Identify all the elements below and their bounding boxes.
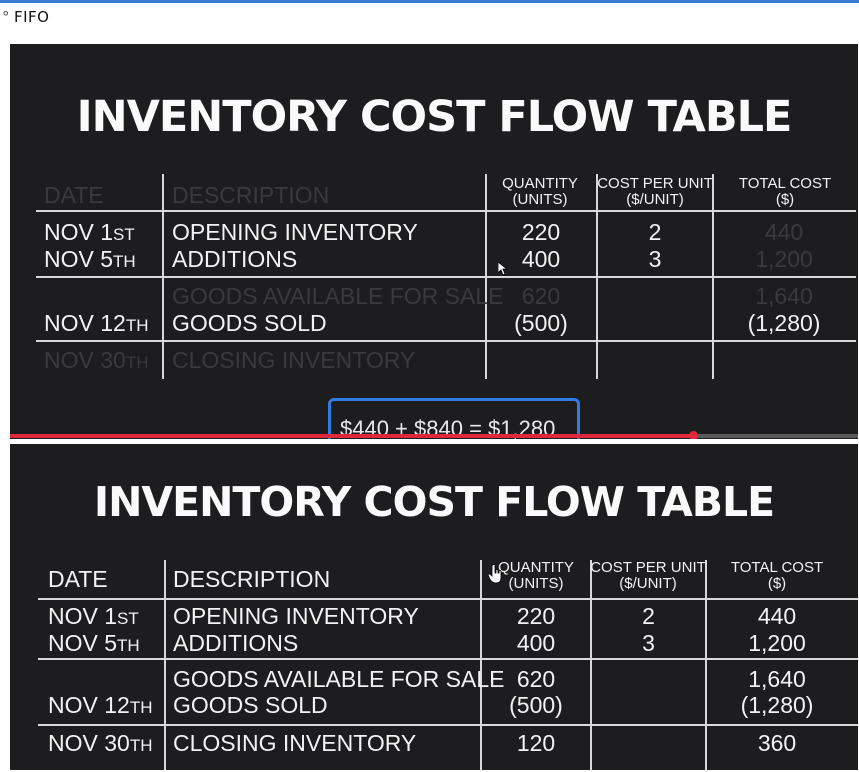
video-frame-2[interactable]: INVENTORY COST FLOW TABLE DATE DESCRIPTI… bbox=[10, 444, 858, 770]
column-divider bbox=[162, 174, 164, 379]
row-quantity: 400 bbox=[516, 630, 556, 656]
date-suffix: ST bbox=[113, 225, 135, 244]
table-title: INVENTORY COST FLOW TABLE bbox=[93, 478, 775, 526]
table-title: INVENTORY COST FLOW TABLE bbox=[76, 92, 793, 142]
row-quantity: 620 bbox=[521, 283, 561, 309]
date-text: NOV 5 bbox=[48, 630, 118, 656]
row-description: ADDITIONS bbox=[173, 630, 299, 656]
date-suffix: TH bbox=[129, 698, 153, 717]
row-cost: 3 bbox=[642, 630, 655, 656]
row-description: CLOSING INVENTORY bbox=[172, 347, 416, 373]
header-total-line2: ($) bbox=[775, 191, 795, 208]
row-quantity: 120 bbox=[516, 730, 556, 756]
row-divider bbox=[36, 276, 856, 278]
header-cost-line2: ($/UNIT) bbox=[619, 575, 677, 592]
row-description: GOODS SOLD bbox=[172, 310, 327, 336]
row-description: OPENING INVENTORY bbox=[172, 219, 418, 245]
row-date: NOV 12TH bbox=[44, 312, 149, 335]
date-text: NOV 30 bbox=[48, 730, 130, 756]
row-description: GOODS AVAILABLE FOR SALE bbox=[173, 666, 505, 692]
row-total: 360 bbox=[757, 730, 797, 756]
row-divider bbox=[36, 340, 856, 342]
row-description: ADDITIONS bbox=[172, 246, 298, 272]
header-quantity: QUANTITY (UNITS) bbox=[490, 176, 590, 208]
date-text: NOV 5 bbox=[44, 246, 114, 272]
row-quantity: 620 bbox=[516, 666, 556, 692]
header-description: DESCRIPTION bbox=[172, 182, 330, 208]
header-cost-per-unit: COST PER UNIT ($/UNIT) bbox=[590, 560, 706, 592]
date-text: NOV 1 bbox=[48, 603, 118, 629]
row-cost: 2 bbox=[648, 219, 662, 245]
row-total: 440 bbox=[764, 219, 804, 245]
row-divider bbox=[38, 724, 858, 726]
row-description: GOODS AVAILABLE FOR SALE bbox=[172, 283, 504, 309]
row-total: (1,280) bbox=[747, 310, 821, 336]
row-date: NOV 1ST bbox=[44, 221, 135, 244]
row-quantity: (500) bbox=[509, 692, 563, 718]
top-accent-bar bbox=[0, 0, 859, 3]
date-suffix: TH bbox=[129, 736, 153, 755]
date-text: NOV 12 bbox=[48, 692, 130, 718]
header-total-line1: TOTAL COST bbox=[738, 175, 832, 192]
date-suffix: TH bbox=[125, 353, 149, 372]
date-suffix: TH bbox=[113, 252, 136, 271]
header-cost-per-unit: COST PER UNIT ($/UNIT) bbox=[596, 176, 714, 208]
date-text: NOV 30 bbox=[44, 347, 126, 373]
row-total: (1,280) bbox=[740, 692, 814, 718]
header-quantity-line1: QUANTITY bbox=[502, 175, 578, 192]
row-total: 1,200 bbox=[748, 630, 806, 656]
row-description: OPENING INVENTORY bbox=[173, 603, 419, 629]
row-total: 1,640 bbox=[755, 283, 813, 309]
header-date: DATE bbox=[48, 566, 108, 592]
header-divider bbox=[38, 598, 858, 600]
row-quantity: 220 bbox=[521, 219, 561, 245]
bullet-icon: ° bbox=[2, 8, 10, 26]
date-text: NOV 1 bbox=[44, 219, 114, 245]
header-total-line2: ($) bbox=[767, 575, 787, 592]
row-quantity: (500) bbox=[514, 310, 568, 336]
column-divider bbox=[485, 174, 487, 379]
video-progress-fill bbox=[10, 434, 693, 438]
header-cost-line1: COST PER UNIT bbox=[597, 175, 713, 192]
date-text: NOV 12 bbox=[44, 310, 126, 336]
header-cost-line2: ($/UNIT) bbox=[626, 191, 684, 208]
date-suffix: TH bbox=[117, 636, 140, 655]
page-label-text: FIFO bbox=[14, 8, 50, 26]
header-total-cost: TOTAL COST ($) bbox=[712, 560, 842, 592]
row-date: NOV 5TH bbox=[44, 248, 136, 271]
row-date: NOV 30TH bbox=[48, 732, 153, 755]
header-quantity-line2: (UNITS) bbox=[512, 191, 568, 208]
header-total-line1: TOTAL COST bbox=[730, 559, 824, 576]
row-date: NOV 5TH bbox=[48, 632, 140, 655]
header-cost-line1: COST PER UNIT bbox=[590, 559, 706, 576]
row-total: 1,640 bbox=[748, 666, 806, 692]
header-divider bbox=[36, 210, 856, 212]
row-description: CLOSING INVENTORY bbox=[173, 730, 417, 756]
date-suffix: ST bbox=[117, 609, 139, 628]
row-quantity: 220 bbox=[516, 603, 556, 629]
row-total: 1,200 bbox=[755, 246, 813, 272]
row-cost: 3 bbox=[648, 246, 662, 272]
header-description: DESCRIPTION bbox=[173, 566, 331, 592]
video-frame-1[interactable]: INVENTORY COST FLOW TABLE DATE DESCRIPTI… bbox=[10, 44, 858, 439]
row-date: NOV 12TH bbox=[48, 694, 153, 717]
row-total: 440 bbox=[757, 603, 797, 629]
video-scrubber-handle[interactable] bbox=[688, 431, 698, 439]
row-date: NOV 1ST bbox=[48, 605, 139, 628]
row-description: GOODS SOLD bbox=[173, 692, 328, 718]
date-suffix: TH bbox=[125, 316, 149, 335]
row-cost: 2 bbox=[642, 603, 655, 629]
row-divider bbox=[38, 658, 858, 660]
column-divider bbox=[164, 560, 166, 770]
header-total-cost: TOTAL COST ($) bbox=[720, 176, 850, 208]
page-label: ° FIFO bbox=[2, 8, 50, 26]
header-date: DATE bbox=[44, 182, 104, 208]
row-date: NOV 30TH bbox=[44, 349, 149, 372]
